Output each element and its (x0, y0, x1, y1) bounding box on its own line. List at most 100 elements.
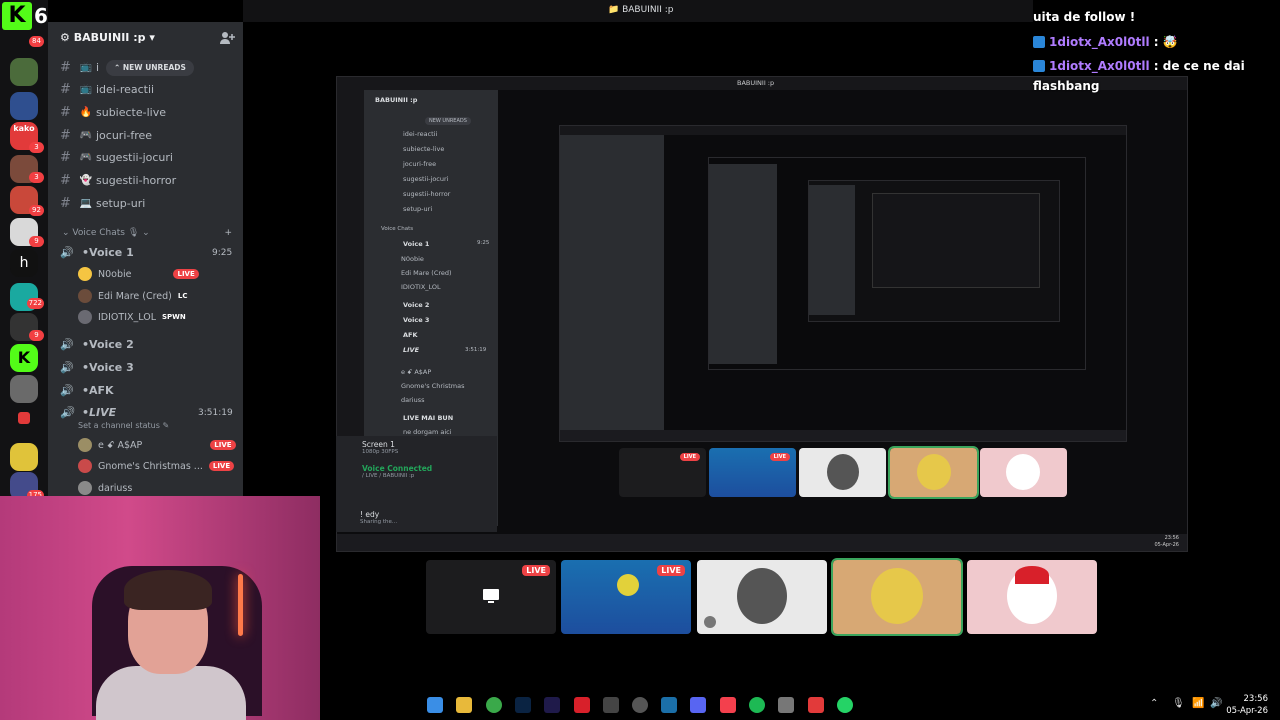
unread-badge: 3 (29, 172, 44, 183)
acrobat-icon[interactable] (574, 697, 590, 713)
whatsapp-icon[interactable] (837, 697, 853, 713)
server-icon[interactable] (18, 412, 30, 424)
channel-item[interactable]: # 👻 sugestii-horror (60, 170, 176, 190)
stream-tile[interactable] (980, 448, 1067, 497)
streamer-hair (124, 570, 212, 610)
file-explorer-icon[interactable] (456, 697, 472, 713)
nested-channel-sidebar (809, 185, 855, 315)
chat-message: uita de follow ! (1033, 10, 1136, 24)
avatar (1006, 454, 1040, 490)
music-icon[interactable] (720, 697, 736, 713)
badge-icon (1033, 36, 1045, 48)
avatar (917, 454, 951, 490)
avatar (78, 310, 92, 324)
steam-icon[interactable] (661, 697, 677, 713)
voice-user[interactable]: Edi Mare (Cred) LC (78, 286, 188, 306)
santa-hat (1015, 566, 1049, 584)
stream-tile-game[interactable]: LIVE (561, 560, 691, 634)
stream-frame: 📁 BABUINII :p kako h K 84 3 3 92 9 722 9… (0, 0, 1280, 720)
volume-icon[interactable]: 🔊 (1210, 698, 1222, 709)
obs-icon[interactable] (632, 697, 648, 713)
voice-channel-voice3[interactable]: 🔊 • Voice 3 (60, 357, 134, 377)
nested-screen-share-5 (872, 193, 1040, 288)
chat-message: 1diotx_Ax0l0tll : de ce ne dai (1033, 59, 1245, 73)
nested-taskbar (560, 430, 1126, 441)
speaker-icon: 🔊 (60, 245, 74, 259)
badge-icon (1033, 60, 1045, 72)
unread-badge: 3 (29, 142, 44, 153)
stream-tile[interactable] (799, 448, 886, 497)
windows-taskbar: ⌃ 🎙 📶 🔊 23:56 05-Apr-26 (320, 690, 1280, 720)
voice-user[interactable]: Gnome's Christmas ... LIVE (78, 456, 235, 476)
light-bar (238, 574, 243, 636)
start-icon[interactable] (427, 697, 443, 713)
voice-channel-voice1[interactable]: 🔊 • Voice 1 (60, 242, 134, 262)
viewer-count: 6 (34, 4, 48, 28)
server-icon[interactable] (10, 443, 38, 471)
spotify-icon[interactable] (749, 697, 765, 713)
chat-message: 1diotx_Ax0l0tll : 🤯 (1033, 35, 1178, 49)
channel-item[interactable]: # 📺 i (60, 57, 99, 77)
channel-item[interactable]: # 💻 setup-uri (60, 193, 145, 213)
chat-message: flashbang (1033, 79, 1100, 93)
voice-user[interactable]: IDIOTIX_LOL SPWN (78, 307, 186, 327)
avatar (78, 481, 92, 495)
monitor-icon (483, 589, 499, 603)
unread-badge: 84 (29, 36, 44, 47)
channel-status[interactable]: Set a channel status ✎ (78, 421, 169, 430)
stream-tile-avatar[interactable] (697, 560, 827, 634)
voice-time: 9:25 (212, 248, 233, 258)
add-channel-icon[interactable]: + (224, 228, 232, 238)
app-icon[interactable] (808, 697, 824, 713)
stream-tile[interactable]: LIVE (709, 448, 796, 497)
tray-chevron-icon[interactable]: ⌃ (1150, 698, 1158, 709)
stream-tile-avatar[interactable] (831, 558, 963, 636)
stream-tile[interactable]: LIVE (619, 448, 706, 497)
nested-titlebar (560, 126, 1126, 135)
speaker-icon: 🔊 (60, 360, 74, 374)
game-icon (617, 574, 639, 596)
channel-item[interactable]: # 📺 idei-reactii (60, 79, 154, 99)
microphone-icon[interactable]: 🎙 (1172, 698, 1185, 709)
voice-user[interactable]: N0obie LIVE (78, 264, 199, 284)
invite-icon[interactable] (219, 30, 235, 46)
voice-channel-live[interactable]: 🔊 • LIVE (60, 402, 116, 422)
network-icon[interactable]: 📶 (1192, 698, 1204, 709)
window-title: 📁 BABUINII :p (608, 5, 674, 15)
new-unreads-pill[interactable]: ⌃ NEW UNREADS (106, 60, 194, 76)
chrome-icon[interactable] (486, 697, 502, 713)
clock[interactable]: 23:56 05-Apr-26 (1226, 693, 1268, 717)
stream-tile-screen-share[interactable]: LIVE (426, 560, 556, 634)
channel-item[interactable]: # 🔥 subiecte-live (60, 102, 166, 122)
server-icon[interactable]: h (10, 249, 38, 277)
stream-preview-icon (704, 616, 716, 628)
voice-channel-afk[interactable]: 🔊 • AFK (60, 380, 114, 400)
server-icon[interactable]: K (10, 344, 38, 372)
nested-channel-sidebar (560, 135, 664, 431)
channel-item[interactable]: # 🎮 sugestii-jocuri (60, 147, 173, 167)
server-header[interactable]: ⚙ BABUINII :p ▾ (48, 22, 243, 56)
discord-icon[interactable] (690, 697, 706, 713)
settings-icon[interactable] (778, 697, 794, 713)
webcam-feed (0, 496, 320, 720)
speaker-icon: 🔊 (60, 405, 74, 419)
avatar (737, 568, 787, 624)
category-voice-chats[interactable]: ⌄ Voice Chats 🎙 ⌄ + (62, 228, 232, 238)
kick-logo: K (2, 2, 32, 30)
avatar (827, 454, 859, 490)
chat-overlay: uita de follow ! 1diotx_Ax0l0tll : 🤯 1di… (1033, 0, 1280, 100)
voice-user[interactable]: dariuss (78, 478, 132, 498)
unread-badge: 92 (29, 205, 44, 216)
stream-tile-avatar[interactable] (967, 560, 1097, 634)
app-icon[interactable] (603, 697, 619, 713)
server-icon[interactable] (10, 375, 38, 403)
stream-tile[interactable] (888, 446, 979, 499)
server-name[interactable]: ⚙ BABUINII :p ▾ (60, 31, 155, 44)
voice-user[interactable]: e ꗃ A$AP LIVE (78, 435, 236, 455)
premiere-icon[interactable] (544, 697, 560, 713)
voice-channel-voice2[interactable]: 🔊 • Voice 2 (60, 334, 134, 354)
server-icon[interactable] (10, 58, 38, 86)
photoshop-icon[interactable] (515, 697, 531, 713)
channel-item[interactable]: # 🎮 jocuri-free (60, 125, 152, 145)
server-icon[interactable] (10, 92, 38, 120)
